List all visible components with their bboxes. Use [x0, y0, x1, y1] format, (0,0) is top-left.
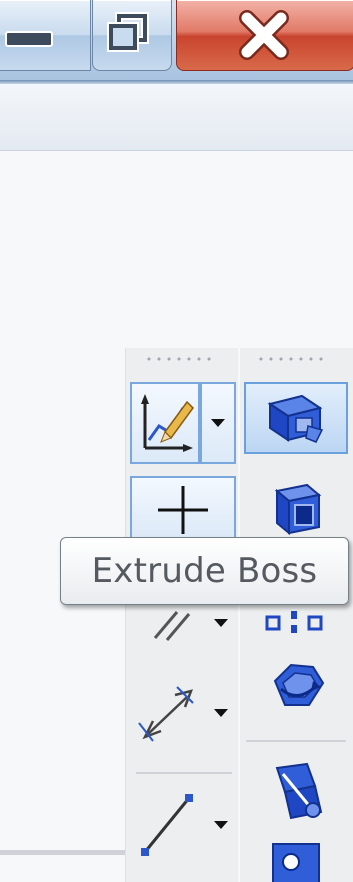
restore-button[interactable] — [92, 0, 172, 71]
toolbar-separator — [136, 772, 232, 774]
extrude-boss-icon — [267, 394, 324, 443]
toolbar-separator — [246, 740, 346, 742]
dimension-icon — [138, 686, 194, 742]
parallel-dropdown[interactable] — [206, 608, 236, 638]
chevron-down-icon — [214, 619, 228, 627]
sketch-icon — [141, 394, 194, 452]
smart-dimension-button[interactable] — [130, 673, 206, 753]
pattern-icon — [265, 611, 323, 633]
smart-dimension-dropdown[interactable] — [206, 698, 236, 728]
tooltip-text: Extrude Boss — [91, 551, 318, 591]
sweep-icon — [275, 762, 323, 820]
hole-button[interactable] — [248, 840, 344, 882]
parallel-lines-icon — [153, 611, 191, 641]
extrude-boss-button[interactable] — [244, 382, 348, 454]
extrude-cut-button[interactable] — [248, 468, 344, 548]
sketch-dropdown[interactable] — [200, 382, 236, 464]
chevron-down-icon — [214, 709, 228, 717]
sketch-toolbar — [125, 348, 238, 882]
chevron-down-icon — [211, 419, 225, 427]
toolbar-grip[interactable] — [144, 356, 214, 362]
line-icon — [141, 794, 193, 856]
revolve-button[interactable] — [248, 648, 344, 724]
revolve-icon — [273, 663, 325, 706]
chevron-down-icon — [214, 821, 228, 829]
plus-icon — [158, 486, 208, 534]
ribbon-strip — [0, 84, 353, 151]
restore-icon — [107, 12, 149, 52]
line-button[interactable] — [130, 784, 206, 864]
panel-divider — [0, 850, 126, 855]
features-toolbar — [240, 348, 353, 882]
centerline-button[interactable] — [130, 476, 236, 540]
line-dropdown[interactable] — [206, 810, 236, 840]
close-button[interactable] — [176, 0, 353, 71]
toolbar-grip[interactable] — [256, 356, 326, 362]
tooltip: Extrude Boss — [60, 537, 349, 605]
linear-pattern-button[interactable] — [248, 604, 344, 640]
sketch-button[interactable] — [130, 382, 200, 464]
close-icon — [239, 10, 289, 60]
extrude-cut-icon — [274, 483, 322, 536]
sweep-button[interactable] — [248, 752, 344, 832]
minimize-button[interactable] — [0, 0, 91, 71]
minimize-icon — [5, 31, 53, 47]
hole-icon — [272, 843, 320, 882]
parallel-button[interactable] — [136, 598, 206, 648]
